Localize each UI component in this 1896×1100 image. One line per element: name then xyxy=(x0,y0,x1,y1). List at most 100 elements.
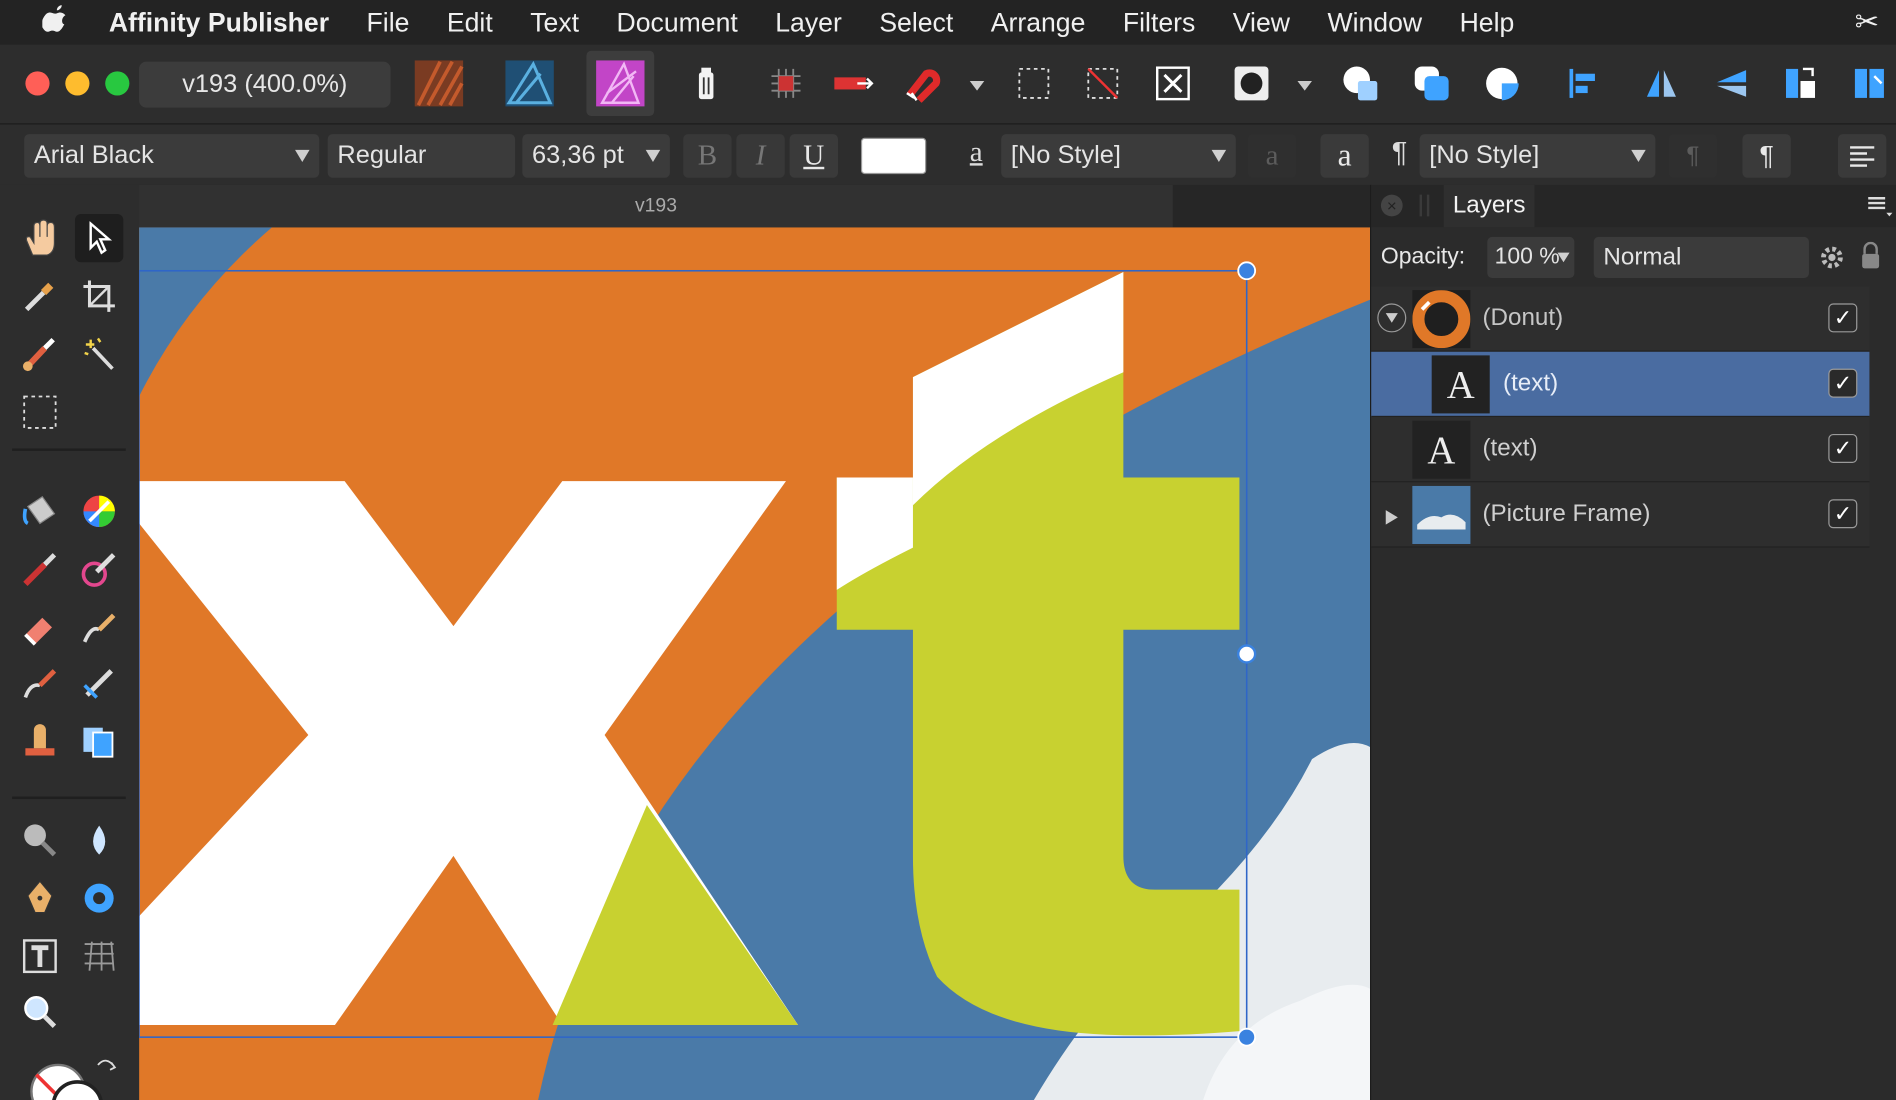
flip-horizontal-icon[interactable] xyxy=(1635,57,1688,110)
boolean-subtract-icon[interactable] xyxy=(1405,57,1458,110)
clone-stamp-icon[interactable] xyxy=(16,717,64,765)
flip-vertical-icon[interactable] xyxy=(1705,57,1758,110)
collapse-layer-icon[interactable] xyxy=(1377,303,1407,333)
paragraph-style-select[interactable]: [No Style] xyxy=(1419,134,1656,178)
font-size-field[interactable]: 63,36 pt xyxy=(522,134,670,178)
app-name[interactable]: Affinity Publisher xyxy=(109,7,329,38)
character-style-select[interactable]: [No Style] xyxy=(1001,134,1236,178)
menu-file[interactable]: File xyxy=(367,7,410,38)
menu-arrange[interactable]: Arrange xyxy=(991,7,1086,38)
apple-menu-icon[interactable] xyxy=(41,4,70,41)
paragraph-style-update-button[interactable]: ¶ xyxy=(1668,134,1718,178)
tab-layers[interactable]: Layers xyxy=(1443,184,1535,228)
frame-text-icon[interactable] xyxy=(75,717,123,765)
color-replacement-brush-icon[interactable] xyxy=(75,545,123,593)
smudge-brush-icon[interactable] xyxy=(16,659,64,707)
panel-grip-icon[interactable] xyxy=(1419,194,1430,217)
grid-snap-icon[interactable] xyxy=(759,57,812,110)
preflight-icon[interactable] xyxy=(680,57,733,110)
rotate-right-icon[interactable] xyxy=(1843,57,1896,110)
layer-row-text[interactable]: A (text) ✓ xyxy=(1371,417,1870,483)
menu-help[interactable]: Help xyxy=(1460,7,1515,38)
document-tab[interactable]: v193 xyxy=(139,184,1173,228)
boolean-add-icon[interactable] xyxy=(1334,57,1387,110)
eraser-icon[interactable] xyxy=(16,603,64,651)
expand-layer-icon[interactable] xyxy=(1385,505,1400,533)
close-panel-icon[interactable]: × xyxy=(1380,194,1403,217)
bold-button[interactable]: B xyxy=(683,134,732,178)
move-tool-arrow-icon[interactable] xyxy=(74,213,124,263)
main-toolbar: v193 (400.0%) xyxy=(0,44,1896,125)
layer-visibility-checkbox[interactable]: ✓ xyxy=(1828,433,1858,463)
panel-menu-icon[interactable] xyxy=(1867,196,1893,217)
document-menu-button[interactable]: v193 (400.0%) xyxy=(139,61,391,108)
designer-persona-icon[interactable] xyxy=(412,57,465,110)
character-style-update-button[interactable]: a xyxy=(1247,134,1297,178)
transparency-drop-icon[interactable] xyxy=(75,816,123,864)
ellipse-tool-icon[interactable] xyxy=(75,874,123,922)
gear-icon[interactable] xyxy=(1819,244,1846,278)
text-fill-color-swatch[interactable] xyxy=(860,137,927,175)
boolean-intersect-icon[interactable] xyxy=(1475,57,1528,110)
menu-layer[interactable]: Layer xyxy=(775,7,842,38)
align-left-icon[interactable] xyxy=(1556,57,1609,110)
snapping-magnet-icon[interactable] xyxy=(895,57,948,110)
align-text-left-button[interactable] xyxy=(1837,134,1887,178)
fill-bucket-icon[interactable] xyxy=(16,487,64,535)
mask-dropdown-icon[interactable] xyxy=(1296,76,1313,91)
italic-button[interactable]: I xyxy=(736,134,785,178)
healing-brush-icon[interactable] xyxy=(75,659,123,707)
document-canvas[interactable] xyxy=(139,227,1371,1100)
mask-circle-icon[interactable] xyxy=(1225,57,1278,110)
paint-brush-tool-icon[interactable] xyxy=(16,545,64,593)
zoom-window-button[interactable] xyxy=(105,71,130,96)
opacity-field[interactable]: 100 % xyxy=(1487,236,1575,279)
menu-filters[interactable]: Filters xyxy=(1123,7,1195,38)
view-tool-hand-icon[interactable] xyxy=(16,214,64,262)
gradient-color-wheel-icon[interactable] xyxy=(75,487,123,535)
menu-document[interactable]: Document xyxy=(617,7,738,38)
lock-icon[interactable] xyxy=(1860,241,1882,278)
move-to-page-icon[interactable] xyxy=(827,57,880,110)
layer-name: (text) xyxy=(1482,435,1538,462)
rectangular-marquee-icon[interactable] xyxy=(16,388,64,436)
close-window-button[interactable] xyxy=(25,71,50,96)
layer-row-donut[interactable]: (Donut) ✓ xyxy=(1371,286,1870,352)
insert-frame-icon[interactable] xyxy=(1146,57,1199,110)
character-style-create-button[interactable]: a xyxy=(1320,134,1369,178)
photo-persona-icon[interactable] xyxy=(503,57,556,110)
menu-text[interactable]: Text xyxy=(530,7,579,38)
swap-colors-icon[interactable] xyxy=(94,1058,118,1082)
menu-view[interactable]: View xyxy=(1233,7,1290,38)
magic-wand-icon[interactable] xyxy=(75,330,123,378)
blur-brush-icon[interactable] xyxy=(16,816,64,864)
artistic-text-tool-icon[interactable] xyxy=(16,932,64,980)
rotate-left-icon[interactable] xyxy=(1774,57,1827,110)
layer-visibility-checkbox[interactable]: ✓ xyxy=(1828,499,1858,529)
layer-row-picture-frame[interactable]: (Picture Frame) ✓ xyxy=(1371,482,1870,548)
no-clip-icon[interactable] xyxy=(1076,57,1129,110)
font-family-select[interactable]: Arial Black xyxy=(24,134,320,178)
font-style-select[interactable]: Regular xyxy=(327,134,516,178)
paragraph-style-create-button[interactable]: ¶ xyxy=(1742,134,1791,178)
layer-visibility-checkbox[interactable]: ✓ xyxy=(1828,368,1858,398)
color-picker-icon[interactable] xyxy=(16,272,64,320)
layer-row-text-selected[interactable]: A (text) ✓ xyxy=(1371,351,1870,418)
blend-mode-select[interactable]: Normal xyxy=(1593,236,1809,279)
menu-select[interactable]: Select xyxy=(879,7,953,38)
table-tool-icon[interactable] xyxy=(75,932,123,980)
publisher-persona-icon[interactable] xyxy=(586,50,655,117)
crop-tool-icon[interactable] xyxy=(75,272,123,320)
marquee-icon[interactable] xyxy=(1007,57,1060,110)
scissors-icon[interactable]: ✂ xyxy=(1855,5,1879,40)
paint-brush-icon[interactable] xyxy=(16,330,64,378)
layer-visibility-checkbox[interactable]: ✓ xyxy=(1828,303,1858,333)
underline-button[interactable]: U xyxy=(789,134,838,178)
menu-edit[interactable]: Edit xyxy=(447,7,493,38)
menu-window[interactable]: Window xyxy=(1327,7,1422,38)
zoom-tool-icon[interactable] xyxy=(16,988,64,1036)
pen-tool-icon[interactable] xyxy=(16,874,64,922)
snapping-dropdown-icon[interactable] xyxy=(969,76,986,91)
minimize-window-button[interactable] xyxy=(65,71,90,96)
dodge-brush-icon[interactable] xyxy=(75,603,123,651)
